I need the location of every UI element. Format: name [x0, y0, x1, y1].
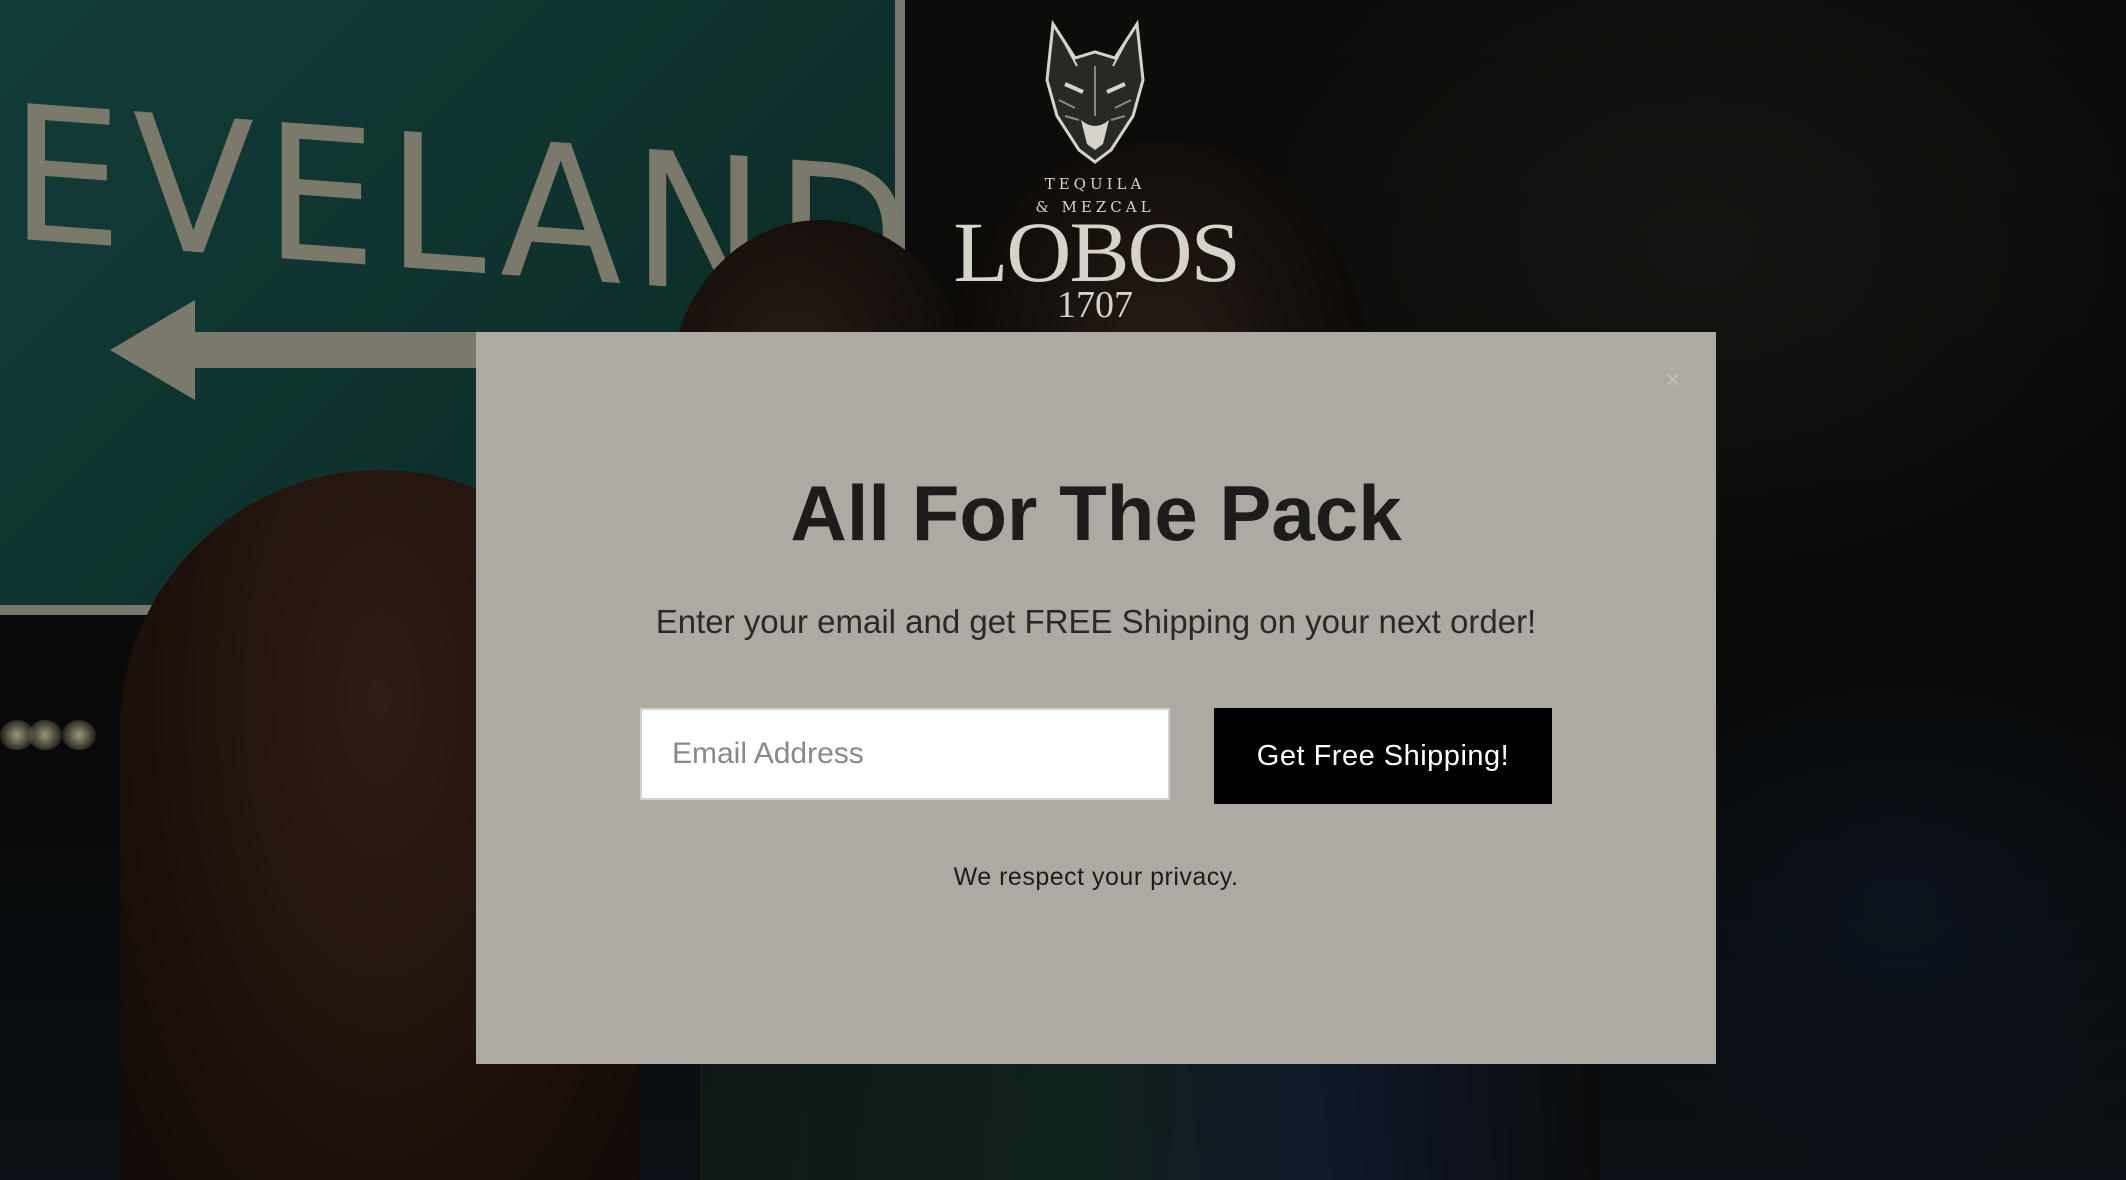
- modal-headline: All For The Pack: [790, 469, 1402, 557]
- privacy-note: We respect your privacy.: [953, 863, 1239, 891]
- logo-wordmark: LOBOS: [953, 204, 1241, 300]
- logo-subtitle-line1: TEQUILA: [1044, 175, 1146, 193]
- wolf-head-icon: [1045, 20, 1145, 164]
- brand-logo: TEQUILA & MEZCAL LOBOS 1707: [953, 20, 1241, 324]
- modal-subheadline: Enter your email and get FREE Shipping o…: [655, 603, 1537, 640]
- get-free-shipping-button[interactable]: Get Free Shipping!: [1214, 708, 1552, 804]
- page: EVELAND TEQUILA & MEZCAL LOBOS 1707 × Al…: [0, 0, 2126, 1180]
- signup-modal: × All For The Pack Enter your email and …: [476, 332, 1716, 1064]
- email-field[interactable]: [640, 708, 1170, 800]
- close-icon[interactable]: ×: [1660, 366, 1686, 392]
